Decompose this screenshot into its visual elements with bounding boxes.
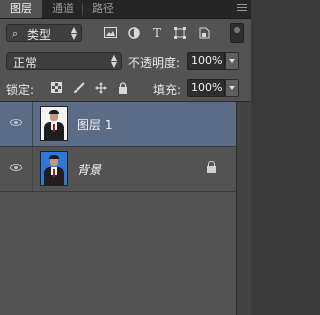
layer-row-background[interactable]: 背景 [0, 147, 236, 192]
lock-transparent-icon[interactable] [50, 82, 63, 95]
lock-icon [207, 161, 216, 173]
blend-mode-value: 正常 [13, 56, 38, 70]
tab-paths[interactable]: 路径 [86, 0, 120, 18]
layer-row-layer1[interactable]: 图层 1 [0, 102, 236, 147]
blend-row: 正常 ▲ ▼ 不透明度: 100% [0, 47, 251, 75]
filter-kind-label: 类型 [27, 28, 52, 42]
lock-all-icon[interactable] [116, 82, 129, 95]
panel-menu-icon[interactable] [237, 4, 247, 12]
filter-toggle-switch[interactable] [230, 23, 244, 43]
updown-arrows-icon: ▲ ▼ [70, 25, 77, 41]
lock-row: 锁定: 填充: 100% [0, 75, 251, 102]
smart-object-filter-icon[interactable] [197, 27, 211, 40]
search-icon: ⌕ [12, 27, 19, 40]
tab-channels[interactable]: 通道 [46, 0, 80, 18]
layers-list: 图层 1 背景 [0, 102, 251, 315]
fill-value: 100% [191, 81, 223, 94]
layer-filter-row: ⌕ 类型 ▲ ▼ T [0, 19, 251, 47]
layer-thumbnail [40, 151, 68, 186]
layer-thumbnail [40, 106, 68, 141]
lock-paint-icon[interactable] [72, 82, 85, 95]
opacity-label: 不透明度: [128, 56, 181, 70]
eye-icon [10, 119, 22, 126]
visibility-toggle[interactable] [0, 102, 33, 146]
opacity-value: 100% [191, 54, 223, 67]
type-filter-icon[interactable]: T [150, 27, 164, 40]
layer-name[interactable]: 图层 1 [77, 116, 112, 133]
eye-icon [10, 164, 22, 171]
panel-tab-bar: 图层 通道 路径 [0, 0, 251, 19]
opacity-dropdown-button[interactable] [225, 52, 239, 70]
layer-name[interactable]: 背景 [77, 161, 101, 178]
adjustment-filter-icon[interactable] [127, 27, 141, 40]
visibility-toggle[interactable] [0, 147, 33, 191]
tab-layers[interactable]: 图层 [0, 0, 42, 18]
layers-scrollbar[interactable] [236, 102, 251, 315]
updown-arrows-icon: ▲ ▼ [110, 53, 117, 69]
shape-filter-icon[interactable] [173, 27, 187, 40]
fill-dropdown-button[interactable] [225, 79, 239, 97]
opacity-field[interactable]: 100% [187, 52, 225, 70]
fill-label: 填充: [153, 83, 182, 97]
image-filter-icon[interactable] [103, 27, 117, 40]
blend-mode-select[interactable]: 正常 ▲ ▼ [6, 52, 122, 70]
tab-divider [82, 3, 83, 15]
lock-position-icon[interactable] [94, 82, 107, 95]
fill-field[interactable]: 100% [187, 79, 225, 97]
filter-kind-select[interactable]: ⌕ 类型 ▲ ▼ [6, 24, 82, 42]
lock-label: 锁定: [6, 83, 35, 97]
